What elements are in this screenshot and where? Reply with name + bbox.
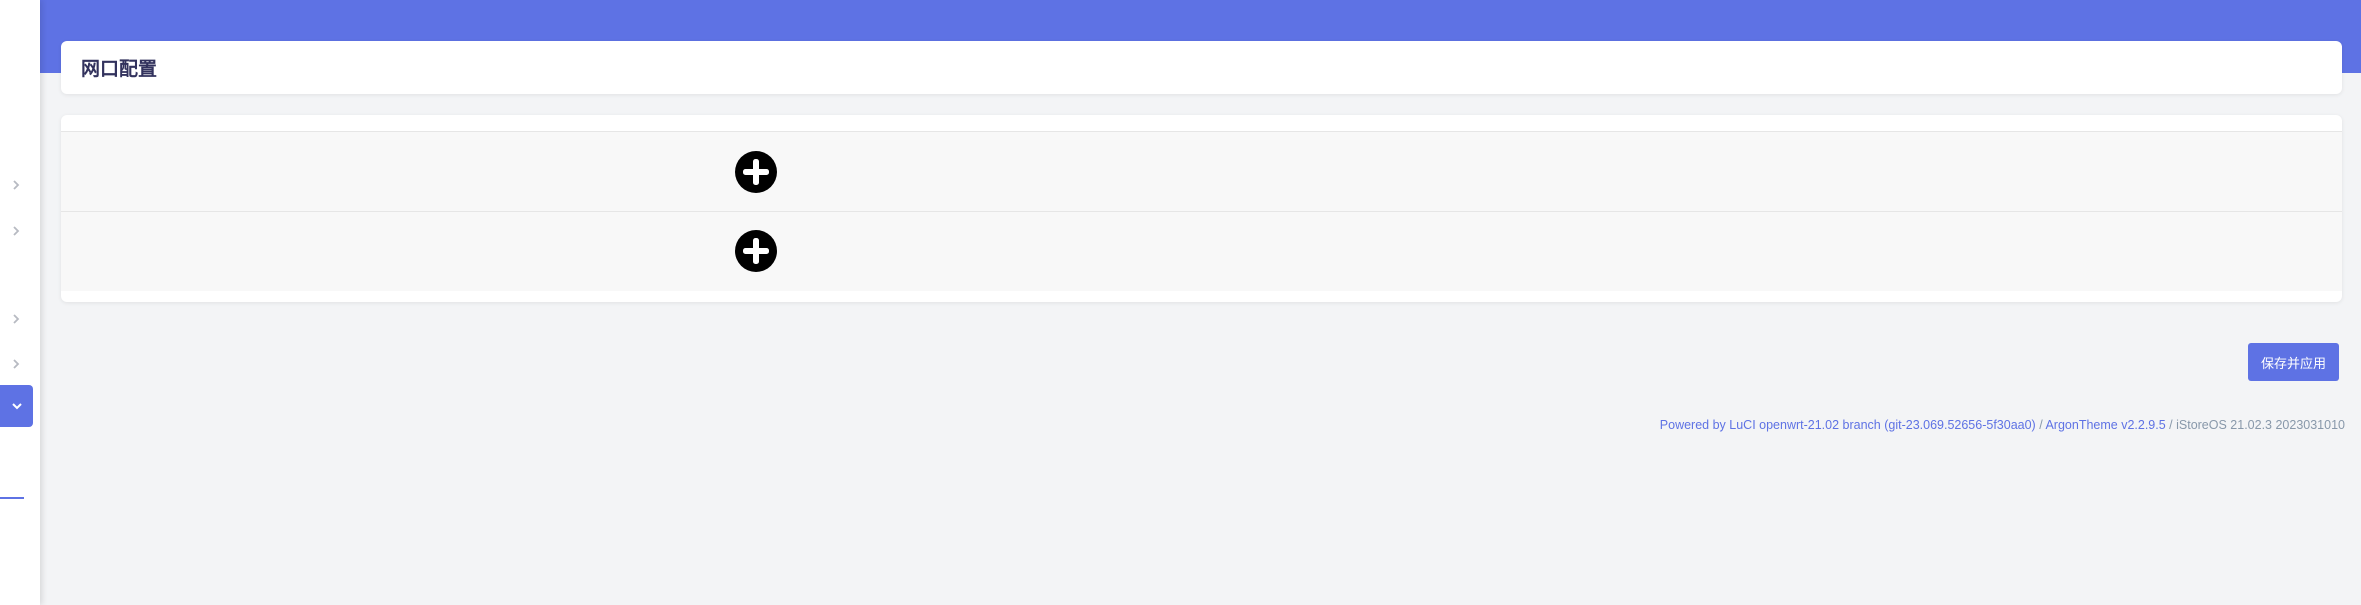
footer: Powered by LuCI openwrt-21.02 branch (gi… <box>1660 418 2345 432</box>
page-title-card: 网口配置 <box>61 41 2342 94</box>
chevron-right-icon[interactable] <box>10 310 22 324</box>
luci-link[interactable]: Powered by LuCI openwrt-21.02 branch (gi… <box>1660 418 2036 432</box>
page-title: 网口配置 <box>81 58 158 80</box>
save-apply-button[interactable]: 保存并应用 <box>2248 343 2339 381</box>
chevron-right-icon[interactable] <box>10 176 22 190</box>
table-row <box>61 131 2342 211</box>
os-version: iStoreOS 21.02.3 2023031010 <box>2176 418 2345 432</box>
interface-table <box>61 115 2342 302</box>
sidebar-divider <box>0 497 24 499</box>
table-row <box>61 211 2342 291</box>
sidebar <box>0 0 40 605</box>
chevron-down-icon <box>12 403 22 410</box>
chevron-right-icon[interactable] <box>10 355 22 369</box>
theme-link[interactable]: ArgonTheme v2.2.9.5 <box>2045 418 2165 432</box>
add-circle-icon[interactable] <box>734 229 778 273</box>
footer-separator: / <box>2035 418 2046 432</box>
sidebar-active-item[interactable] <box>0 385 33 427</box>
add-circle-icon[interactable] <box>734 150 778 194</box>
footer-separator: / <box>2165 418 2177 432</box>
chevron-right-icon[interactable] <box>10 222 22 236</box>
